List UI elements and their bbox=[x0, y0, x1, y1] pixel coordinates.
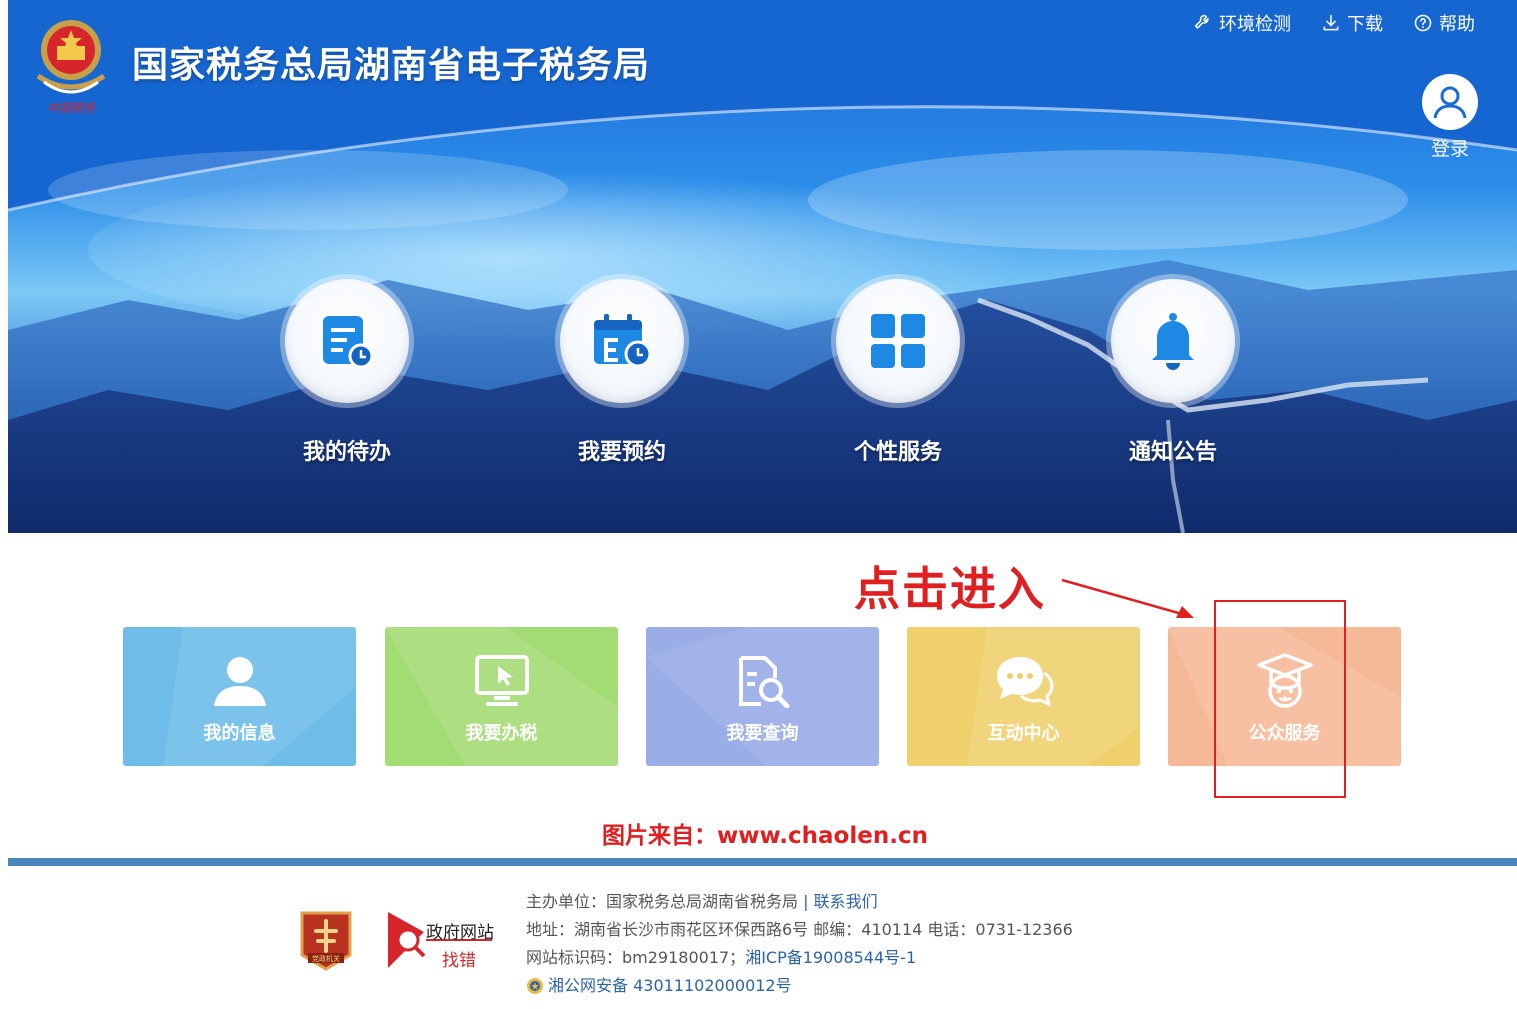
feature-disc bbox=[1111, 279, 1235, 403]
tile-my-info-label: 我的信息 bbox=[203, 723, 276, 744]
page: 中国税务 国家税务总局湖南省电子税务局 环境检测 下载 帮助 登录 我的待办 我… bbox=[8, 0, 1517, 1009]
help-label: 帮助 bbox=[1439, 14, 1475, 35]
footer-info: 主办单位：国家税务总局湖南省税务局 | 联系我们 地址：湖南省长沙市雨花区环保西… bbox=[526, 888, 1073, 1000]
police-record-link[interactable]: 湘公网安备 43011102000012号 bbox=[548, 972, 792, 1000]
badge2-bottom-text: 找错 bbox=[442, 951, 476, 971]
tile-query-label: 我要查询 bbox=[726, 723, 799, 744]
top-links: 环境检测 下载 帮助 bbox=[1193, 10, 1475, 36]
download-icon bbox=[1323, 14, 1339, 31]
download-label: 下载 bbox=[1347, 14, 1383, 35]
tile-tax-filing[interactable]: 我要办税 bbox=[385, 627, 618, 766]
login-label: 登录 bbox=[1430, 138, 1469, 160]
svg-text:中国税务: 中国税务 bbox=[47, 101, 96, 115]
click-hint-annotation: 点击进入 bbox=[854, 562, 1046, 616]
footer-police-row: 湘公网安备 43011102000012号 bbox=[526, 972, 1073, 1000]
chat-icon bbox=[996, 657, 1054, 707]
police-emblem-icon bbox=[527, 978, 543, 994]
help-icon bbox=[1414, 14, 1432, 32]
feature-notice-label: 通知公告 bbox=[1128, 440, 1217, 465]
footer-site-code-row: 网站标识码：bm29180017；湘ICP备19008544号-1 bbox=[526, 944, 1073, 972]
feature-ring bbox=[555, 274, 689, 408]
env-check-label: 环境检测 bbox=[1219, 14, 1291, 35]
bell-icon bbox=[1152, 313, 1194, 370]
feature-disc bbox=[285, 279, 409, 403]
login-avatar bbox=[1422, 74, 1478, 130]
feature-ring bbox=[831, 274, 965, 408]
footer-address-row: 地址：湖南省长沙市雨花区环保西路6号 邮编：410114 电话：0731-123… bbox=[526, 920, 1073, 939]
tax-emblem-logo: 中国税务 bbox=[36, 20, 106, 115]
highlight-box-annotation bbox=[1214, 600, 1346, 798]
document-search-icon bbox=[738, 656, 789, 708]
calendar-clock-icon bbox=[594, 314, 652, 368]
feature-ring bbox=[1106, 274, 1240, 408]
feature-appointment[interactable]: 我要预约 bbox=[555, 274, 689, 466]
badge1-text: 党政机关 bbox=[312, 954, 340, 963]
red-arrow-icon bbox=[1061, 578, 1194, 618]
feature-todo[interactable]: 我的待办 bbox=[280, 274, 414, 466]
tile-query[interactable]: 我要查询 bbox=[646, 627, 879, 766]
wrench-icon bbox=[1194, 14, 1209, 29]
feature-ring bbox=[280, 274, 414, 408]
icp-link[interactable]: 湘ICP备19008544号-1 bbox=[745, 948, 916, 967]
separator: | bbox=[803, 892, 809, 911]
grid-icon bbox=[871, 314, 925, 368]
tile-my-info[interactable]: 我的信息 bbox=[123, 627, 356, 766]
site-code-text: 网站标识码：bm29180017； bbox=[526, 948, 746, 967]
todo-list-icon bbox=[323, 316, 374, 369]
feature-appointment-label: 我要预约 bbox=[577, 440, 666, 465]
feature-personal-label: 个性服务 bbox=[853, 440, 942, 465]
env-check-link[interactable]: 环境检测 bbox=[1193, 10, 1291, 36]
feature-personal[interactable]: 个性服务 bbox=[831, 274, 965, 466]
gov-site-error-report[interactable]: 政府网站 找错 bbox=[388, 910, 494, 971]
user-outline-icon bbox=[1433, 86, 1467, 119]
monitor-icon bbox=[474, 655, 529, 706]
contact-us-link[interactable]: 联系我们 bbox=[814, 892, 878, 911]
host-text: 主办单位：国家税务总局湖南省税务局 bbox=[526, 892, 799, 911]
badge2-top-text: 政府网站 bbox=[426, 923, 494, 943]
tile-tax-filing-label: 我要办税 bbox=[465, 723, 538, 744]
footer-host-row: 主办单位：国家税务总局湖南省税务局 | 联系我们 bbox=[526, 888, 1073, 916]
login-button[interactable]: 登录 bbox=[1421, 74, 1479, 161]
watermark-text: 图片来自：www.chaolen.cn bbox=[602, 823, 928, 849]
download-link[interactable]: 下载 bbox=[1321, 10, 1383, 36]
user-icon bbox=[213, 657, 266, 706]
tile-interaction[interactable]: 互动中心 bbox=[907, 627, 1140, 766]
feature-disc bbox=[560, 279, 684, 403]
feature-notice[interactable]: 通知公告 bbox=[1106, 274, 1240, 466]
party-gov-badge-icon[interactable]: 党政机关 bbox=[298, 907, 354, 973]
feature-todo-label: 我的待办 bbox=[302, 440, 391, 465]
hero-banner: 中国税务 国家税务总局湖南省电子税务局 环境检测 下载 帮助 登录 我的待办 我… bbox=[8, 0, 1517, 533]
help-link[interactable]: 帮助 bbox=[1413, 10, 1475, 36]
feature-disc bbox=[836, 279, 960, 403]
tile-interaction-label: 互动中心 bbox=[987, 723, 1060, 744]
footer-divider bbox=[8, 858, 1517, 866]
site-title: 国家税务总局湖南省电子税务局 bbox=[132, 45, 651, 86]
